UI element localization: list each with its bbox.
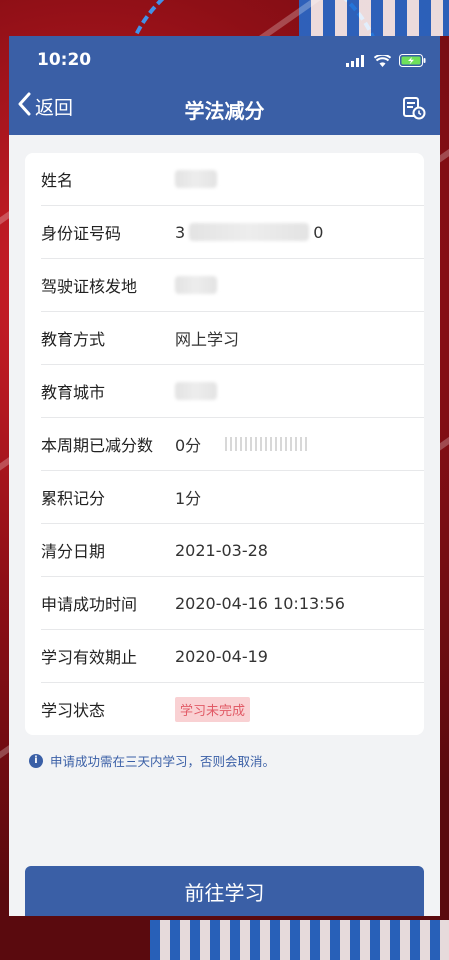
redacted-value (175, 170, 217, 188)
start-learning-button[interactable]: 前往学习 (25, 866, 424, 916)
info-card: 姓名 身份证号码 3 0 驾驶证核发地 教育方式 网上学习 教育城市 本周期已减… (25, 153, 424, 735)
app-screen: 10:20 返回 学法减分 姓名 身份证号码 3 0 驾驶证核发地 教育方式 网… (9, 36, 440, 916)
row-value: 2021-03-28 (175, 540, 268, 560)
info-row-study-status: 学习状态 学习未完成 (41, 683, 424, 735)
wifi-icon (373, 52, 392, 71)
row-label: 申请成功时间 (41, 595, 138, 614)
info-row-education-mode: 教育方式 网上学习 (41, 312, 424, 365)
row-label: 驾驶证核发地 (41, 277, 138, 296)
row-label: 教育城市 (41, 383, 106, 402)
record-button[interactable] (402, 96, 426, 124)
decorative-checker-top (299, 0, 449, 36)
info-icon: i (29, 753, 43, 768)
notice: i 申请成功需在三天内学习，否则会取消。 (29, 751, 420, 770)
status-bar: 10:20 (9, 36, 440, 84)
info-row-name: 姓名 (41, 153, 424, 206)
row-value: 学习未完成 (175, 696, 251, 722)
notice-text: 申请成功需在三天内学习，否则会取消。 (50, 754, 276, 769)
row-value: 0分 (175, 432, 310, 456)
id-prefix: 3 (175, 222, 186, 242)
header: 10:20 返回 学法减分 (9, 36, 440, 135)
row-label: 身份证号码 (41, 224, 122, 243)
redacted-value (175, 276, 217, 294)
row-value: 2020-04-19 (175, 646, 268, 666)
status-icons (346, 52, 426, 71)
status-time: 10:20 (37, 50, 92, 70)
nav-bar: 返回 学法减分 (9, 84, 440, 135)
points-reduced-value: 0分 (175, 436, 202, 455)
info-row-education-city: 教育城市 (41, 365, 424, 418)
row-value (175, 170, 217, 188)
signal-icon (346, 52, 366, 71)
document-clock-icon (402, 97, 426, 124)
row-label: 学习有效期止 (41, 648, 138, 667)
decorative-checker-bottom (150, 920, 449, 960)
status-badge: 学习未完成 (175, 696, 251, 722)
info-row-clear-date: 清分日期 2021-03-28 (41, 524, 424, 577)
row-value (175, 382, 217, 400)
row-label: 本周期已减分数 (41, 436, 154, 455)
row-label: 姓名 (41, 171, 74, 190)
row-label: 教育方式 (41, 330, 106, 349)
info-row-valid-until: 学习有效期止 2020-04-19 (41, 630, 424, 683)
info-row-license-issuer: 驾驶证核发地 (41, 259, 424, 312)
row-label: 累积记分 (41, 489, 106, 508)
info-row-apply-time: 申请成功时间 2020-04-16 10:13:56 (41, 577, 424, 630)
info-row-accumulated-points: 累积记分 1分 (41, 471, 424, 524)
row-label: 学习状态 (41, 701, 106, 720)
row-value: 网上学习 (175, 330, 240, 349)
page-title: 学法减分 (184, 99, 265, 123)
row-value: 1分 (175, 489, 202, 508)
row-value: 3 0 (175, 223, 323, 242)
info-row-id-number: 身份证号码 3 0 (41, 206, 424, 259)
row-value (175, 276, 217, 294)
redacted-value (175, 382, 217, 400)
row-label: 清分日期 (41, 542, 106, 561)
battery-icon (399, 52, 426, 71)
redacted-value (189, 223, 310, 241)
progress-ticks (225, 437, 310, 451)
row-value: 2020-04-16 10:13:56 (175, 593, 345, 613)
id-suffix: 0 (313, 222, 324, 242)
info-row-points-reduced: 本周期已减分数 0分 (41, 418, 424, 471)
